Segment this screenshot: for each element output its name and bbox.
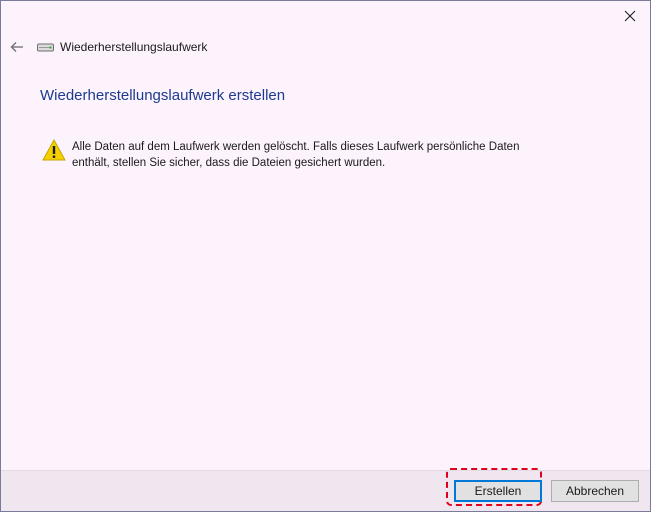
window-title: Wiederherstellungslaufwerk: [60, 40, 208, 54]
create-button[interactable]: Erstellen: [454, 480, 542, 502]
drive-icon: [37, 41, 55, 53]
close-button[interactable]: [616, 5, 644, 27]
back-button[interactable]: [7, 37, 27, 57]
recovery-drive-window: Wiederherstellungslaufwerk Wiederherstel…: [0, 0, 651, 512]
warning-text: Alle Daten auf dem Laufwerk werden gelös…: [72, 141, 520, 169]
back-arrow-icon: [10, 42, 23, 52]
cancel-button[interactable]: Abbrechen: [551, 480, 639, 502]
warning-message: Alle Daten auf dem Laufwerk werden gelös…: [42, 139, 552, 171]
warning-icon: [42, 139, 66, 161]
close-icon: [624, 10, 636, 22]
page-title: Wiederherstellungslaufwerk erstellen: [40, 87, 286, 104]
window-header: Wiederherstellungslaufwerk: [37, 39, 207, 55]
